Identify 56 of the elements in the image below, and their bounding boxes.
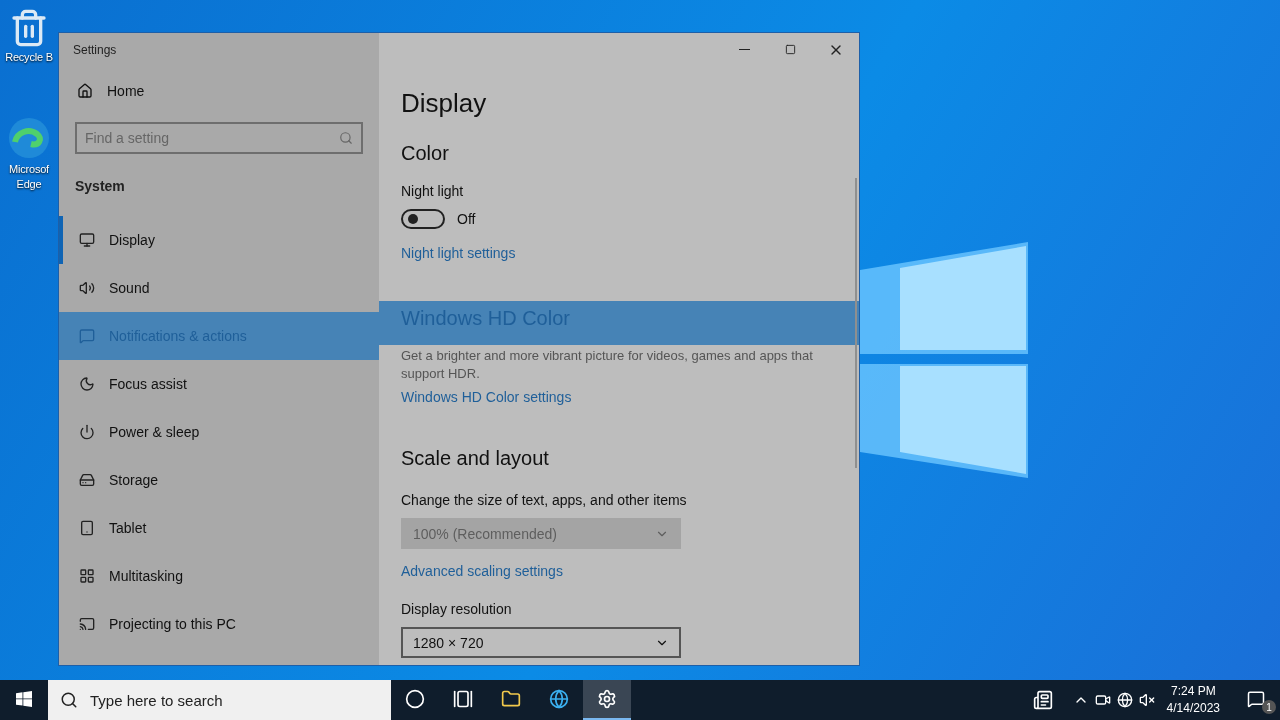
resolution-dropdown[interactable]: 1280 × 720 xyxy=(401,627,681,658)
monitor-icon xyxy=(79,232,95,248)
toggle-state: Off xyxy=(457,211,476,227)
section-heading: System xyxy=(74,177,126,196)
description: Get a brighter and more vibrant picture for videos, games and apps that support HDR. xyxy=(401,347,814,383)
link[interactable]: Advanced scaling settings xyxy=(401,563,563,579)
drive-icon xyxy=(79,472,95,488)
setting-label: Display resolution xyxy=(401,601,513,617)
cast-icon xyxy=(79,616,95,632)
search-icon xyxy=(60,691,78,709)
sidebar-item[interactable]: Focus assist xyxy=(59,360,379,408)
tablet-icon xyxy=(79,520,95,536)
page-title: Display xyxy=(401,88,488,120)
globe-icon[interactable] xyxy=(1116,692,1133,708)
folder-icon xyxy=(501,689,521,709)
muted-speaker-icon[interactable] xyxy=(1138,692,1155,708)
settings-icon xyxy=(597,689,617,709)
link[interactable]: Night light settings xyxy=(401,245,516,261)
window-title: Settings xyxy=(72,42,118,57)
browser-icon xyxy=(549,689,569,709)
link[interactable]: Windows HD Color settings xyxy=(401,389,572,405)
news-icon[interactable] xyxy=(1032,690,1053,710)
notification-icon xyxy=(1247,690,1265,708)
count-badge: 1 xyxy=(1262,700,1276,714)
desktop-icon-label: Microsof Edge xyxy=(9,162,49,192)
speaker-icon xyxy=(79,280,95,296)
camera-icon[interactable] xyxy=(1094,692,1111,708)
taskbar-search-field[interactable]: Type here to search xyxy=(48,680,391,720)
notification-button[interactable]: 1 xyxy=(1232,680,1280,720)
sidebar-item[interactable]: Storage xyxy=(59,456,379,504)
task-view-icon xyxy=(453,689,473,709)
grid-icon xyxy=(79,568,95,584)
toggle-switch[interactable] xyxy=(401,209,445,229)
clock[interactable]: 7:24 PM 4/14/2023 xyxy=(1160,683,1226,717)
setting-label: Night light xyxy=(401,183,465,199)
section-heading: Color xyxy=(401,142,450,165)
circle-icon xyxy=(405,689,425,709)
home-icon xyxy=(77,83,93,99)
search-icon xyxy=(339,131,353,145)
home-nav-item[interactable]: Home xyxy=(59,68,379,114)
sidebar-item[interactable]: Sound xyxy=(59,264,379,312)
setting-label: Change the size of text, apps, and other items xyxy=(401,492,688,508)
speech-bubble-icon xyxy=(79,328,95,344)
start-logo-icon xyxy=(16,691,32,707)
sidebar-item[interactable]: Tablet xyxy=(59,504,379,552)
section-heading: Scale and layout xyxy=(401,447,550,470)
minimize-icon xyxy=(738,49,750,50)
desktop-icon-label: Recycle B xyxy=(5,50,53,65)
moon-icon xyxy=(79,376,95,392)
sidebar-item[interactable]: Projecting to this PC xyxy=(59,600,379,648)
sidebar-item[interactable]: Multitasking xyxy=(59,552,379,600)
settings-taskbar-button[interactable] xyxy=(583,680,631,720)
sidebar-item[interactable]: Display xyxy=(59,216,379,264)
sidebar-item[interactable]: Power & sleep xyxy=(59,408,379,456)
power-icon xyxy=(79,424,95,440)
maximize-icon xyxy=(784,44,796,55)
